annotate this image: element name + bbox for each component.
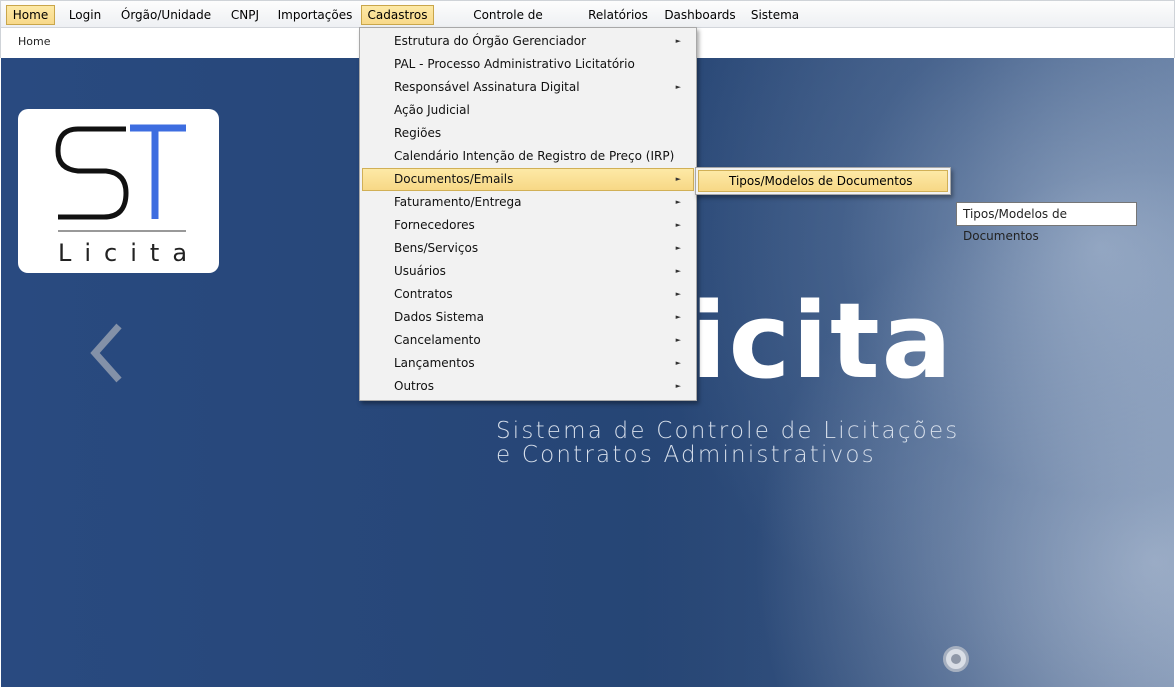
- dropdown-item-outros[interactable]: Outros ►: [362, 375, 694, 398]
- submenu-arrow-icon: ►: [675, 198, 681, 206]
- menu-importacoes[interactable]: Importações: [274, 5, 356, 25]
- submenu-arrow-icon: ►: [675, 221, 681, 229]
- menu-dashboards[interactable]: Dashboards: [662, 5, 738, 25]
- submenu-arrow-icon: ►: [675, 336, 681, 344]
- breadcrumb-home[interactable]: Home: [18, 35, 50, 48]
- menu-relatorios[interactable]: Relatórios: [584, 5, 652, 25]
- cadastros-dropdown: Estrutura do Órgão Gerenciador ► PAL - Pr…: [359, 27, 697, 401]
- dropdown-item-dados-sistema[interactable]: Dados Sistema ►: [362, 306, 694, 329]
- banner-tagline-2: e Contratos Administrativos: [496, 442, 876, 468]
- tooltip: Tipos/Modelos de Documentos: [956, 202, 1137, 243]
- dropdown-item-documentos-emails[interactable]: Documentos/Emails ►: [362, 168, 694, 191]
- menu-orgao-unidade[interactable]: Órgão/Unidade: [116, 5, 216, 25]
- dropdown-item-cancelamento[interactable]: Cancelamento ►: [362, 329, 694, 352]
- submenu-arrow-icon: ►: [675, 359, 681, 367]
- banner-tagline-1: Sistema de Controle de Licitações: [496, 418, 960, 444]
- svg-text:Licita: Licita: [58, 239, 200, 267]
- submenu-arrow-icon: ►: [675, 267, 681, 275]
- submenu-arrow-icon: ►: [675, 313, 681, 321]
- menu-sistema[interactable]: Sistema: [748, 5, 802, 25]
- dropdown-item-regioes[interactable]: Regiões: [362, 122, 694, 145]
- submenu-arrow-icon: ►: [675, 83, 681, 91]
- dropdown-item-bens-servicos[interactable]: Bens/Serviços ►: [362, 237, 694, 260]
- dropdown-item-calendario-irp[interactable]: Calendário Intenção de Registro de Preço…: [362, 145, 694, 168]
- dropdown-item-responsavel-assinatura[interactable]: Responsável Assinatura Digital ►: [362, 76, 694, 99]
- menu-home[interactable]: Home: [6, 5, 55, 25]
- submenu-item-tipos-modelos[interactable]: Tipos/Modelos de Documentos: [698, 170, 948, 192]
- dropdown-item-acao-judicial[interactable]: Ação Judicial: [362, 99, 694, 122]
- dropdown-item-pal[interactable]: PAL - Processo Administrativo Licitatóri…: [362, 53, 694, 76]
- submenu-arrow-icon: ►: [675, 175, 681, 183]
- dropdown-item-fornecedores[interactable]: Fornecedores ►: [362, 214, 694, 237]
- dropdown-item-usuarios[interactable]: Usuários ►: [362, 260, 694, 283]
- carousel-dot-icon[interactable]: [943, 646, 969, 672]
- dropdown-item-lancamentos[interactable]: Lançamentos ►: [362, 352, 694, 375]
- chevron-left-icon[interactable]: [85, 320, 135, 386]
- submenu-arrow-icon: ►: [675, 244, 681, 252]
- logo-card: Licita: [18, 109, 219, 273]
- menu-login[interactable]: Login: [62, 5, 108, 25]
- menu-bar: Home Login Órgão/Unidade CNPJ Importaçõe…: [0, 0, 1175, 40]
- menu-controle-execucoes[interactable]: Controle de Execuções: [441, 5, 575, 40]
- st-licita-logo: Licita: [55, 124, 200, 267]
- submenu-arrow-icon: ►: [675, 37, 681, 45]
- dropdown-item-estrutura-orgao[interactable]: Estrutura do Órgão Gerenciador ►: [362, 30, 694, 53]
- banner-headline: icita: [691, 280, 954, 402]
- submenu-arrow-icon: ►: [675, 290, 681, 298]
- dropdown-item-contratos[interactable]: Contratos ►: [362, 283, 694, 306]
- documentos-submenu: Tipos/Modelos de Documentos: [695, 167, 951, 195]
- menu-cnpj[interactable]: CNPJ: [224, 5, 266, 25]
- submenu-arrow-icon: ►: [675, 382, 681, 390]
- menu-cadastros[interactable]: Cadastros: [361, 5, 434, 25]
- dropdown-item-faturamento-entrega[interactable]: Faturamento/Entrega ►: [362, 191, 694, 214]
